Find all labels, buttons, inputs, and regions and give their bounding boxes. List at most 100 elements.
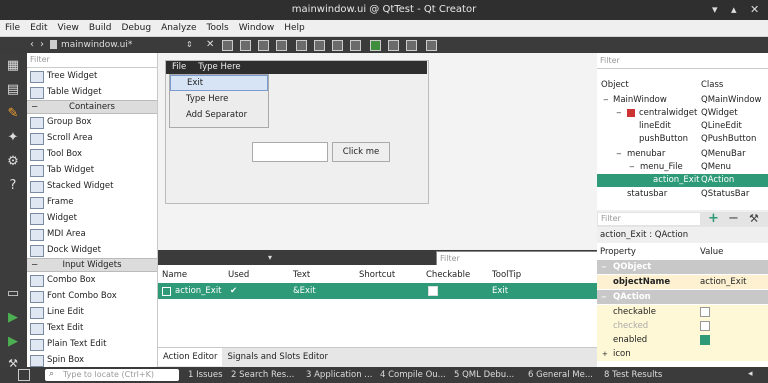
widget-item[interactable]: Combo Box [27,272,157,288]
widget-item[interactable]: Line Edit [27,304,157,320]
property-row[interactable]: checked [597,319,768,333]
tab-signals-slots[interactable]: Signals and Slots Editor [222,348,333,366]
add-property-icon[interactable]: + [708,211,719,226]
locate-input[interactable]: Type to locate (Ctrl+K) [45,369,179,381]
edit-buddies-icon[interactable] [258,40,269,51]
property-row[interactable]: checkable [597,305,768,319]
tree-row[interactable]: pushButton QPushButton [597,133,768,146]
output-tab-issues[interactable]: 1 Issues [188,369,223,381]
back-icon[interactable]: ‹ [30,39,34,50]
menu-help[interactable]: Help [279,20,310,36]
tree-row[interactable]: − centralwidget QWidget [597,107,768,120]
header-property[interactable]: Property [600,245,636,259]
collapse-icon[interactable]: − [616,107,622,120]
tree-row-selected[interactable]: action_Exit QAction [597,174,768,187]
configure-icon[interactable]: ⚒ [749,212,759,225]
debug-run-icon[interactable]: ▶ [4,333,22,351]
widget-filter-input[interactable]: Filter [27,53,157,68]
menu-view[interactable]: View [53,20,84,36]
property-row[interactable]: objectName action_Exit [597,275,768,289]
property-row[interactable]: + icon [597,347,768,361]
output-tab-qml[interactable]: 5 QML Debu... [454,369,514,381]
object-filter-input[interactable]: Filter [597,53,768,69]
tab-dropdown-icon[interactable]: ⇕ [186,40,193,49]
header-shortcut[interactable]: Shortcut [359,270,395,280]
expand-icon[interactable]: + [602,347,608,361]
widget-item[interactable]: Group Box [27,114,157,130]
edit-tab-order-icon[interactable] [276,40,287,51]
tree-row[interactable]: − MainWindow QMainWindow [597,94,768,107]
menu-analyze[interactable]: Analyze [156,20,201,36]
property-filter-input[interactable]: Filter [598,213,700,225]
enabled-checkbox[interactable] [700,334,710,345]
checkable-checkbox[interactable] [428,286,438,296]
design-mode-icon[interactable]: ✎ [4,105,22,123]
form-menu-file[interactable]: File [166,61,192,74]
widget-item[interactable]: Tab Widget [27,162,157,178]
widget-item[interactable]: Table Widget [27,84,157,100]
widget-item[interactable]: Plain Text Edit [27,336,157,352]
form-menu-type-here[interactable]: Type Here [192,61,246,74]
table-row[interactable]: action_Exit ✔ &Exit Exit [158,283,597,299]
break-layout-icon[interactable] [406,40,417,51]
property-value[interactable]: action_Exit [700,275,747,289]
widget-item[interactable]: Tool Box [27,146,157,162]
menu-file[interactable]: File [0,20,25,36]
edit-widgets-icon[interactable] [222,40,233,51]
property-category-qaction[interactable]: − QAction [597,290,768,304]
widget-item[interactable]: Font Combo Box [27,288,157,304]
menu-debug[interactable]: Debug [116,20,156,36]
form-click-me-button[interactable]: Click me [332,142,390,162]
remove-property-icon[interactable]: − [728,211,739,226]
widget-item[interactable]: Scroll Area [27,130,157,146]
header-text[interactable]: Text [293,270,310,280]
checked-checkbox[interactable] [700,320,710,331]
run-icon[interactable]: ▶ [4,309,22,327]
collapse-icon[interactable]: − [603,94,609,107]
welcome-mode-icon[interactable]: ▦ [4,57,22,75]
menu-item-type-here[interactable]: Type Here [170,91,268,107]
minimize-icon[interactable]: ▾ [712,3,718,17]
adjust-size-icon[interactable] [426,40,437,51]
menu-item-exit[interactable]: Exit [170,75,268,91]
header-checkable[interactable]: Checkable [426,270,470,280]
layout-grid-icon[interactable] [370,40,381,51]
checkable-checkbox[interactable] [700,306,710,317]
output-tab-tests[interactable]: 8 Test Results [604,369,662,381]
collapse-icon[interactable]: − [629,161,635,174]
header-class[interactable]: Class [701,79,723,92]
menu-build[interactable]: Build [84,20,117,36]
header-object[interactable]: Object [601,79,629,92]
debug-mode-icon[interactable]: ✦ [4,129,22,147]
widget-item[interactable]: Tree Widget [27,68,157,84]
output-tab-compile[interactable]: 4 Compile Ou... [380,369,446,381]
widget-item[interactable]: Spin Box [27,352,157,367]
kit-selector-icon[interactable]: ▭ [4,285,22,303]
maximize-icon[interactable]: ▴ [731,3,737,17]
layout-splitter-h-icon[interactable] [332,40,343,51]
tree-row[interactable]: − menubar QMenuBar [597,148,768,161]
forward-icon[interactable]: › [40,39,44,50]
tree-row[interactable]: lineEdit QLineEdit [597,120,768,133]
tab-action-editor[interactable]: Action Editor [158,348,223,366]
header-tooltip[interactable]: ToolTip [492,270,521,280]
header-used[interactable]: Used [228,270,249,280]
layout-vertical-icon[interactable] [314,40,325,51]
header-value[interactable]: Value [700,245,723,259]
dropdown-icon[interactable]: ▾ [268,253,272,262]
menu-window[interactable]: Window [234,20,280,36]
property-row[interactable]: enabled [597,333,768,347]
widget-item[interactable]: Widget [27,210,157,226]
tree-row[interactable]: statusbar QStatusBar [597,188,768,201]
form-line-edit[interactable] [252,142,328,162]
tree-row[interactable]: − menu_File QMenu [597,161,768,174]
file-tab[interactable]: mainwindow.ui* [61,40,132,50]
more-icon[interactable]: ◂ [748,369,753,379]
output-tab-search[interactable]: 2 Search Res... [231,369,294,381]
layout-splitter-v-icon[interactable] [350,40,361,51]
collapse-icon[interactable]: − [616,148,622,161]
menu-item-add-separator[interactable]: Add Separator [170,107,268,123]
widget-item[interactable]: Stacked Widget [27,178,157,194]
widget-item[interactable]: MDI Area [27,226,157,242]
help-mode-icon[interactable]: ? [4,177,22,195]
